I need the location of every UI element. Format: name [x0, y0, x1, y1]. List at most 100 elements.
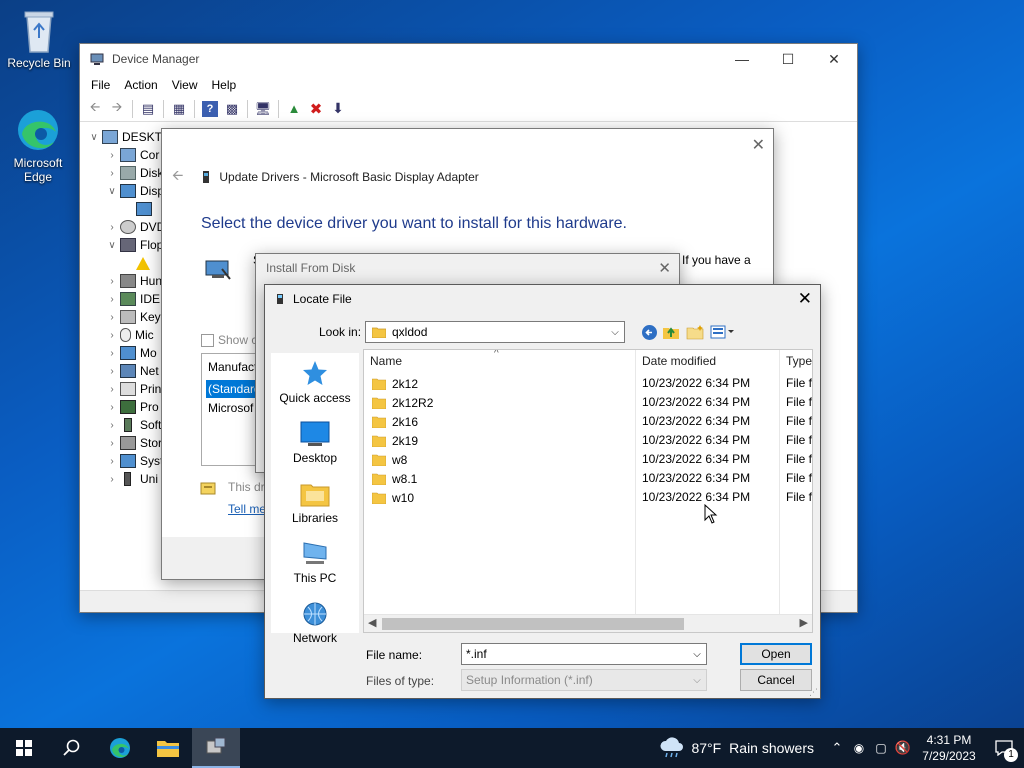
volume-muted-icon[interactable]: 🔇 [892, 740, 914, 756]
place-quick-access[interactable]: Quick access [271, 359, 359, 405]
back-icon[interactable] [639, 323, 659, 341]
place-desktop[interactable]: Desktop [271, 421, 359, 465]
tree-item[interactable]: › Disk [104, 164, 163, 182]
forward-arrow-icon[interactable]: 🡪 [106, 99, 128, 119]
network-icon[interactable]: ▢ [870, 741, 892, 755]
tree-item[interactable]: › Prin [104, 380, 161, 398]
tree-item[interactable]: › Pro [104, 398, 159, 416]
expand-arrow-icon[interactable]: › [104, 330, 120, 341]
expand-arrow-icon[interactable]: › [104, 276, 120, 287]
column-header-name[interactable]: Name [370, 354, 402, 368]
maximize-button[interactable]: ☐ [765, 44, 811, 74]
uninstall-icon[interactable]: ✖ [305, 99, 327, 119]
expand-arrow-icon[interactable]: › [104, 474, 120, 485]
expand-arrow-icon[interactable]: › [104, 348, 120, 359]
back-arrow-icon[interactable]: 🡨 [84, 99, 106, 119]
table-row[interactable]: 2k12R2 10/23/2022 6:34 PM File fo [364, 393, 812, 412]
open-button[interactable]: Open [740, 643, 812, 665]
expand-arrow-icon[interactable]: › [104, 294, 120, 305]
meet-now-icon[interactable]: ◉ [848, 741, 870, 755]
clock[interactable]: 4:31 PM 7/29/2023 [914, 732, 984, 764]
tree-item[interactable]: › DVD [104, 218, 165, 236]
taskbar-edge[interactable] [96, 728, 144, 768]
files-of-type-select[interactable]: Setup Information (*.inf) ⌵ [461, 669, 707, 691]
tree-item[interactable]: › Mo [104, 344, 157, 362]
close-icon[interactable]: ✕ [752, 135, 765, 155]
horizontal-scrollbar[interactable]: ◀ ▶ [364, 614, 812, 632]
column-header-type[interactable]: Type [786, 354, 812, 368]
column-header-date[interactable]: Date modified [642, 354, 716, 368]
tree-item[interactable]: › IDE [104, 290, 160, 308]
show-hidden-icon[interactable]: ▦ [168, 99, 190, 119]
expand-arrow-icon[interactable]: › [104, 438, 120, 449]
cancel-button[interactable]: Cancel [740, 669, 812, 691]
chevron-down-icon[interactable]: ⌵ [688, 649, 706, 660]
new-folder-icon[interactable] [685, 323, 705, 341]
tree-root[interactable]: ∨ DESKTO [86, 128, 171, 146]
place-this-pc[interactable]: This PC [271, 541, 359, 585]
checkbox[interactable] [201, 333, 214, 347]
expand-arrow-icon[interactable]: › [104, 384, 120, 395]
tree-item[interactable] [136, 200, 156, 218]
resize-grip-icon[interactable]: ⋰ [809, 687, 818, 698]
search-button[interactable] [48, 728, 96, 768]
update-driver-icon[interactable]: ▲ [283, 99, 305, 119]
expand-arrow-icon[interactable]: › [104, 312, 120, 323]
menu-help[interactable]: Help [205, 78, 244, 92]
menu-view[interactable]: View [165, 78, 205, 92]
scroll-right-icon[interactable]: ▶ [800, 616, 808, 629]
collapse-arrow-icon[interactable]: ∨ [104, 240, 120, 251]
expand-arrow-icon[interactable]: › [104, 402, 120, 413]
tree-item[interactable]: › Hun [104, 272, 162, 290]
tree-item[interactable]: › Mic [104, 326, 154, 344]
view-icon[interactable]: ▩ [221, 99, 243, 119]
tree-item[interactable]: › Soft [104, 416, 161, 434]
scroll-left-icon[interactable]: ◀ [368, 616, 376, 629]
expand-arrow-icon[interactable]: › [104, 168, 120, 179]
expand-arrow-icon[interactable]: › [104, 150, 120, 161]
expand-arrow-icon[interactable]: › [104, 456, 120, 467]
up-folder-icon[interactable] [661, 323, 681, 341]
look-in-dropdown[interactable]: qxldod ⌵ [365, 321, 625, 343]
close-icon[interactable]: ✕ [798, 289, 812, 309]
tree-item[interactable]: ∨ Disp [104, 182, 164, 200]
table-row[interactable]: 2k12 10/23/2022 6:34 PM File fo [364, 374, 812, 393]
file-name-input[interactable]: *.inf ⌵ [461, 643, 707, 665]
scrollbar-thumb[interactable] [382, 618, 684, 630]
tree-item[interactable]: › Key [104, 308, 161, 326]
taskbar-file-explorer[interactable] [144, 728, 192, 768]
back-arrow-icon[interactable]: 🡨 [172, 165, 183, 189]
minimize-button[interactable]: — [719, 44, 765, 74]
menu-file[interactable]: File [84, 78, 117, 92]
tell-me-link[interactable]: Tell me [228, 502, 266, 516]
chevron-up-icon[interactable]: ⌃ [826, 740, 848, 756]
tree-item[interactable]: › Net [104, 362, 159, 380]
collapse-arrow-icon[interactable]: ∨ [104, 186, 120, 197]
close-icon[interactable]: ✕ [658, 259, 671, 277]
taskbar-device-manager[interactable] [192, 728, 240, 768]
tree-item[interactable]: ∨ Flop [104, 236, 163, 254]
place-network[interactable]: Network [271, 601, 359, 645]
help-icon[interactable]: ? [202, 100, 218, 117]
list-item[interactable]: Microsof [208, 401, 253, 415]
expand-arrow-icon[interactable]: › [104, 222, 120, 233]
table-row[interactable]: 2k16 10/23/2022 6:34 PM File fo [364, 412, 812, 431]
expand-arrow-icon[interactable]: › [104, 420, 120, 431]
tree-item[interactable]: › Cor [104, 146, 159, 164]
place-libraries[interactable]: Libraries [271, 481, 359, 525]
notification-center-button[interactable]: 1 [984, 728, 1024, 768]
scan-hardware-icon[interactable]: 🖥 [252, 99, 274, 119]
table-row[interactable]: w8.1 10/23/2022 6:34 PM File fo [364, 469, 812, 488]
close-button[interactable]: ✕ [811, 44, 857, 74]
download-icon[interactable]: ⬇ [327, 99, 349, 119]
table-row[interactable]: w8 10/23/2022 6:34 PM File fo [364, 450, 812, 469]
menu-action[interactable]: Action [117, 78, 164, 92]
start-button[interactable] [0, 728, 48, 768]
chevron-down-icon[interactable]: ⌵ [606, 327, 624, 338]
properties-icon[interactable]: ▤ [137, 99, 159, 119]
expand-arrow-icon[interactable]: › [104, 366, 120, 377]
table-row[interactable]: 2k19 10/23/2022 6:34 PM File fo [364, 431, 812, 450]
weather-widget[interactable]: 87°F Rain showers [659, 737, 814, 759]
desktop-icon-edge[interactable]: Microsoft Edge [0, 106, 76, 184]
table-row[interactable]: w10 10/23/2022 6:34 PM File fo [364, 488, 812, 507]
